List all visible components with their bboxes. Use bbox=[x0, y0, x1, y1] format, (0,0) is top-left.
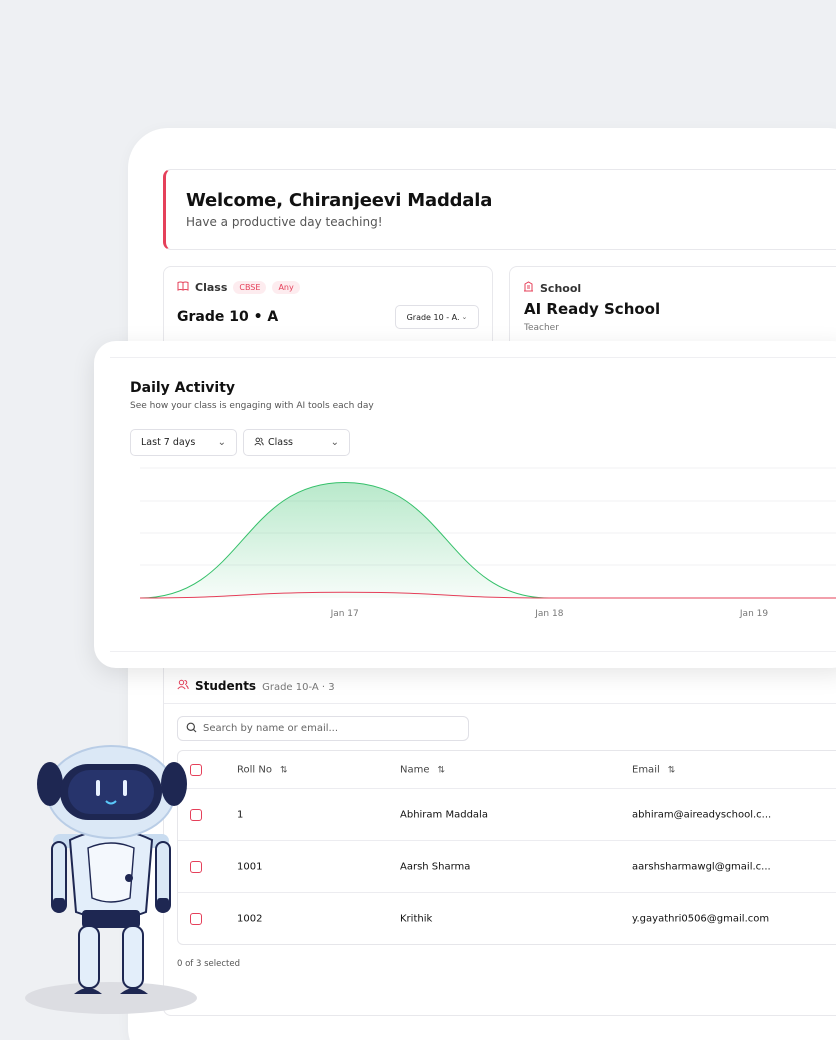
name-cell: Abhiram Maddala bbox=[400, 809, 488, 820]
school-role: Teacher bbox=[524, 323, 559, 333]
column-header-email[interactable]: Email ⇅ bbox=[632, 764, 675, 775]
roll-cell: 1 bbox=[237, 809, 244, 820]
email-cell: aarshsharmawgl@gmail.c... bbox=[632, 861, 771, 872]
board-badge: CBSE bbox=[233, 281, 267, 294]
email-cell: y.gayathri0506@gmail.com bbox=[632, 913, 770, 925]
students-panel: Students Grade 10-A · 3 Search by name o… bbox=[163, 656, 836, 1016]
students-table: Roll No ⇅ Name ⇅ Email ⇅ 1 Abhiram Maddala … bbox=[177, 750, 836, 945]
column-label: Roll No bbox=[237, 764, 272, 775]
roll-cell: 1002 bbox=[237, 913, 263, 925]
section-badge: Any bbox=[272, 281, 300, 294]
grade-select-value: Grade 10 - A. bbox=[406, 312, 460, 322]
class-name: Grade 10 • A bbox=[177, 309, 279, 325]
roll-cell: 1001 bbox=[237, 861, 263, 872]
search-input[interactable]: Search by name or email... bbox=[177, 716, 469, 741]
x-tick-label: Jan 17 bbox=[330, 609, 359, 619]
class-card-label: Class bbox=[195, 281, 228, 294]
x-tick-label: Jan 19 bbox=[739, 609, 768, 619]
welcome-subtitle: Have a productive day teaching! bbox=[186, 215, 383, 229]
welcome-title: Welcome, Chiranjeevi Maddala bbox=[186, 190, 493, 211]
chevron-down-icon: ⌄ bbox=[461, 313, 468, 321]
daily-activity-card: Daily Activity See how your class is eng… bbox=[94, 341, 836, 668]
email-cell: abhiram@aireadyschool.c... bbox=[632, 809, 772, 820]
name-cell: Aarsh Sharma bbox=[400, 861, 471, 872]
activity-chart: Jan 17 Jan 18 Jan 19 bbox=[139, 467, 836, 619]
book-icon bbox=[177, 281, 189, 294]
school-name: AI Ready School bbox=[524, 300, 661, 318]
column-header-roll[interactable]: Roll No ⇅ bbox=[237, 764, 288, 775]
sort-icon: ⇅ bbox=[437, 765, 446, 775]
divider bbox=[164, 703, 836, 704]
school-card-label: School bbox=[540, 281, 582, 295]
search-icon bbox=[186, 722, 197, 736]
table-row[interactable]: 1001 Aarsh Sharma aarshsharmawgl@gmail.c… bbox=[178, 841, 836, 893]
column-label: Name bbox=[400, 764, 430, 775]
x-tick-label: Jan 18 bbox=[534, 609, 563, 619]
sort-icon: ⇅ bbox=[279, 765, 288, 775]
sort-icon: ⇅ bbox=[667, 765, 676, 775]
name-cell: Krithik bbox=[400, 913, 433, 925]
building-icon bbox=[523, 281, 534, 295]
students-meta: Grade 10-A · 3 bbox=[262, 682, 335, 693]
grade-select[interactable]: Grade 10 - A. ⌄ bbox=[395, 305, 479, 329]
search-placeholder: Search by name or email... bbox=[203, 723, 339, 734]
users-icon bbox=[177, 675, 189, 694]
table-header-row: Roll No ⇅ Name ⇅ Email ⇅ bbox=[178, 751, 836, 789]
table-row[interactable]: 1 Abhiram Maddala abhiram@aireadyschool.… bbox=[178, 789, 836, 841]
table-row[interactable]: 1002 Krithik y.gayathri0506@gmail.com bbox=[178, 893, 836, 945]
students-title: Students bbox=[195, 679, 257, 693]
robot-mascot bbox=[24, 742, 204, 1022]
column-header-name[interactable]: Name ⇅ bbox=[400, 764, 445, 775]
series-area bbox=[140, 482, 836, 598]
column-label: Email bbox=[632, 764, 660, 775]
welcome-banner: Welcome, Chiranjeevi Maddala Have a prod… bbox=[163, 169, 836, 250]
